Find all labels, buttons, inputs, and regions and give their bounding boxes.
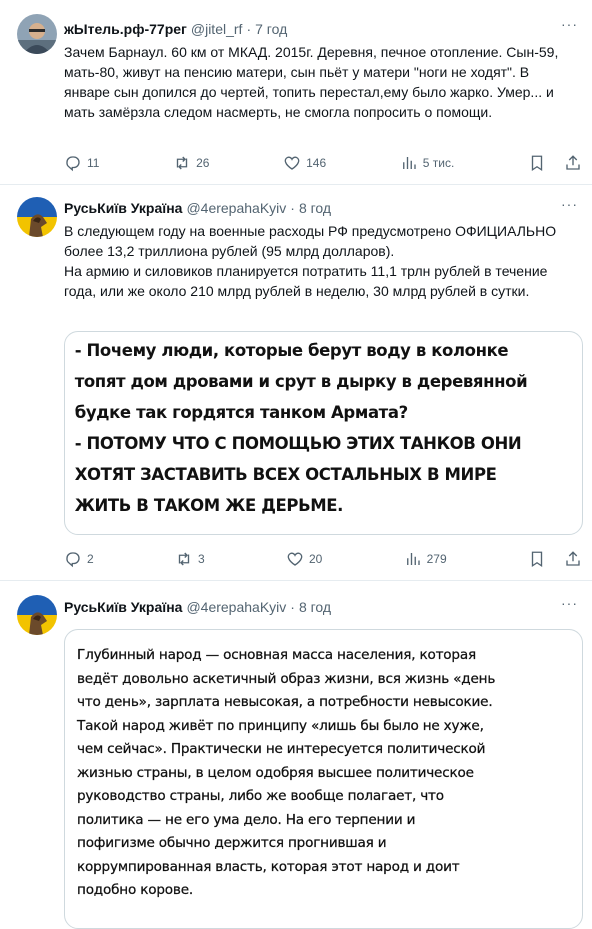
retweet-icon (176, 156, 188, 170)
image-line: будке так гордятся танком Армата? (74, 403, 408, 423)
tweet-header: жЫтель.рф-77рег @jitel_rf · 7 год (64, 20, 578, 38)
tweet-paragraph: На армию и силовиков планируется потрати… (64, 263, 548, 299)
image-line: коррумпированная власть, которая этот на… (77, 858, 460, 875)
author-handle[interactable]: @jitel_rf (191, 20, 243, 38)
like-button[interactable]: 20 (286, 550, 322, 568)
image-line: чем сейчас». Практически не интересуется… (77, 741, 486, 757)
author-handle[interactable]: @4erepahaKyiv (186, 598, 286, 616)
avatar[interactable] (17, 595, 57, 635)
tweet-header: РусьКиїв Україна @4erepahaKyiv · 8 год (64, 199, 578, 217)
image-line: ЖИТЬ В ТАКОМ ЖЕ ДЕРЬМЕ. (74, 496, 344, 516)
image-line: руководство страны, либо же вообще полаг… (77, 788, 444, 804)
avatar[interactable] (17, 197, 57, 237)
action-bar: 2 3 20 279 (64, 550, 582, 568)
image-line: - Почему люди, которые берут воду в коло… (74, 341, 509, 361)
action-right-group (528, 154, 582, 172)
bookmark-icon[interactable] (528, 550, 546, 568)
image-line: политика — не его ума дело. На его терпе… (77, 811, 416, 828)
tweet-paragraph: В следующем году на военные расходы РФ п… (64, 223, 557, 259)
action-bar: 11 26 146 5 тис. (64, 154, 582, 172)
image-line: ведёт довольно аскетичный образ жизни, в… (77, 670, 496, 687)
views-count: 279 (426, 552, 447, 566)
image-line: подобно корове. (77, 882, 193, 898)
like-count: 20 (308, 552, 323, 566)
views-button[interactable]: 279 (404, 550, 447, 568)
tweet[interactable]: РусьКиїв Україна @4erepahaKyiv · 8 год ·… (0, 185, 592, 581)
author-handle[interactable]: @4erepahaKyiv (186, 199, 286, 217)
image-text: - Почему люди, которые берут воду в коло… (65, 332, 566, 522)
heart-icon (284, 156, 300, 170)
tweet[interactable]: жЫтель.рф-77рег @jitel_rf · 7 год ··· За… (0, 0, 592, 185)
image-line: топят дом дровами и срут в дырку в дерев… (74, 372, 528, 392)
more-options-icon[interactable]: ··· (561, 16, 578, 32)
views-count: 5 тис. (422, 156, 455, 170)
reply-icon (66, 552, 80, 568)
separator-dot: · (290, 599, 295, 615)
more-options-icon[interactable]: ··· (561, 595, 578, 611)
separator-dot: · (246, 21, 252, 37)
image-card[interactable]: - Почему люди, которые берут воду в коло… (64, 331, 583, 535)
avatar[interactable] (17, 14, 57, 54)
views-chart-icon (402, 157, 416, 169)
views-button[interactable]: 5 тис. (400, 154, 455, 172)
views-chart-icon (406, 553, 420, 565)
retweet-button[interactable]: 26 (173, 154, 209, 172)
heart-icon (287, 552, 303, 566)
image-line: ХОТЯТ ЗАСТАВИТЬ ВСЕХ ОСТАЛЬНЫХ В МИРЕ (74, 465, 497, 485)
share-icon[interactable] (564, 154, 582, 172)
retweet-count: 26 (196, 156, 210, 170)
reply-button[interactable]: 2 (64, 550, 94, 568)
like-button[interactable]: 146 (283, 154, 326, 172)
timestamp[interactable]: 7 год (255, 20, 287, 38)
avatar-photo-icon (17, 14, 57, 54)
timestamp[interactable]: 8 год (299, 598, 331, 616)
timestamp[interactable]: 8 год (299, 199, 331, 217)
retweet-icon (178, 552, 190, 566)
avatar-flag-dog-icon (17, 595, 57, 635)
tweet-header: РусьКиїв Україна @4erepahaKyiv · 8 год (64, 598, 578, 616)
image-line: - ПОТОМУ ЧТО С ПОМОЩЬЮ ЭТИХ ТАНКОВ ОНИ (74, 434, 522, 454)
image-line: жизнью страны, в целом одобряя высшее по… (77, 764, 474, 781)
image-line: Глубинный народ — основная масса населен… (77, 647, 476, 663)
reply-icon (66, 156, 80, 172)
separator-dot: · (290, 200, 295, 216)
image-line: Такой народ живёт по принципу «лишь бы б… (77, 717, 484, 734)
tweet-text: В следующем году на военные расходы РФ п… (64, 221, 578, 301)
author-name[interactable]: жЫтель.рф-77рег (64, 20, 187, 38)
image-text: Глубинный народ — основная масса населен… (65, 630, 582, 903)
avatar-flag-dog-icon (17, 197, 57, 237)
retweet-button[interactable]: 3 (175, 550, 205, 568)
retweet-count: 3 (197, 552, 205, 566)
tweet[interactable]: РусьКиїв Україна @4erepahaKyiv · 8 год ·… (0, 581, 592, 929)
reply-count: 2 (87, 552, 94, 566)
author-name[interactable]: РусьКиїв Україна (64, 199, 182, 217)
reply-count: 11 (87, 156, 100, 170)
reply-button[interactable]: 11 (64, 154, 99, 172)
tweet-text: Зачем Барнаул. 60 км от МКАД. 2015г. Дер… (64, 42, 578, 122)
like-count: 146 (306, 156, 327, 170)
tweet-paragraph: Зачем Барнаул. 60 км от МКАД. 2015г. Дер… (64, 44, 559, 120)
image-line: что день», зарплата невысокая, а потребн… (77, 694, 493, 710)
bookmark-icon[interactable] (528, 154, 546, 172)
author-name[interactable]: РусьКиїв Україна (64, 598, 182, 616)
share-icon[interactable] (564, 550, 582, 568)
action-right-group (528, 550, 582, 568)
image-line: пофигизме обычно держится прогнившая и (77, 835, 387, 851)
image-card[interactable]: Глубинный народ — основная масса населен… (64, 629, 583, 929)
more-options-icon[interactable]: ··· (561, 196, 578, 212)
